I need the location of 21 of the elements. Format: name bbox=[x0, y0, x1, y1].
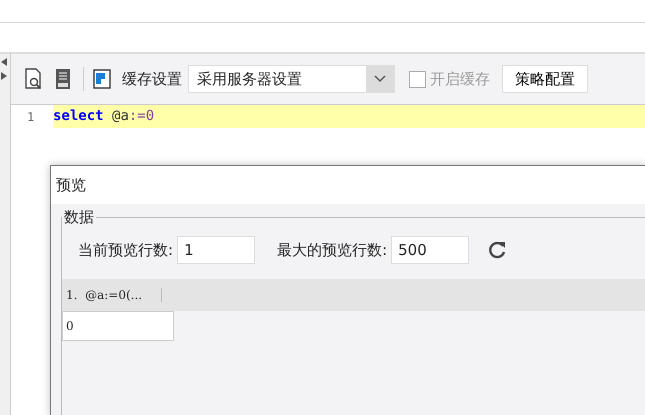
cache-dropdown[interactable]: 采用服务器设置 bbox=[188, 65, 395, 93]
max-rows-field[interactable]: 500 bbox=[391, 236, 470, 264]
group-title: 数据 bbox=[63, 208, 95, 227]
preview-icon[interactable] bbox=[23, 68, 43, 90]
left-arrow-icon[interactable] bbox=[1, 58, 7, 66]
column-header[interactable]: 1. @a:=0(... bbox=[62, 288, 162, 302]
save-cache-icon[interactable] bbox=[92, 68, 112, 90]
code-text: select @a:=0 bbox=[53, 105, 645, 128]
current-rows-label: 当前预览行数: bbox=[78, 240, 174, 260]
caret-icon bbox=[374, 75, 386, 83]
cache-settings-label: 缓存设置 bbox=[122, 70, 182, 88]
dialog-title: 预览 bbox=[51, 166, 645, 204]
refresh-icon[interactable] bbox=[487, 240, 508, 260]
sql-file-icon[interactable] bbox=[53, 68, 73, 90]
current-rows-field[interactable]: 1 bbox=[177, 236, 256, 264]
right-arrow-icon[interactable] bbox=[1, 72, 7, 80]
strategy-config-button[interactable]: 策略配置 bbox=[502, 65, 588, 93]
enable-cache-label: 开启缓存 bbox=[430, 70, 490, 88]
table-cell: 0 bbox=[62, 311, 174, 341]
line-number: 1 bbox=[26, 110, 36, 124]
max-rows-label: 最大的预览行数: bbox=[277, 240, 388, 260]
